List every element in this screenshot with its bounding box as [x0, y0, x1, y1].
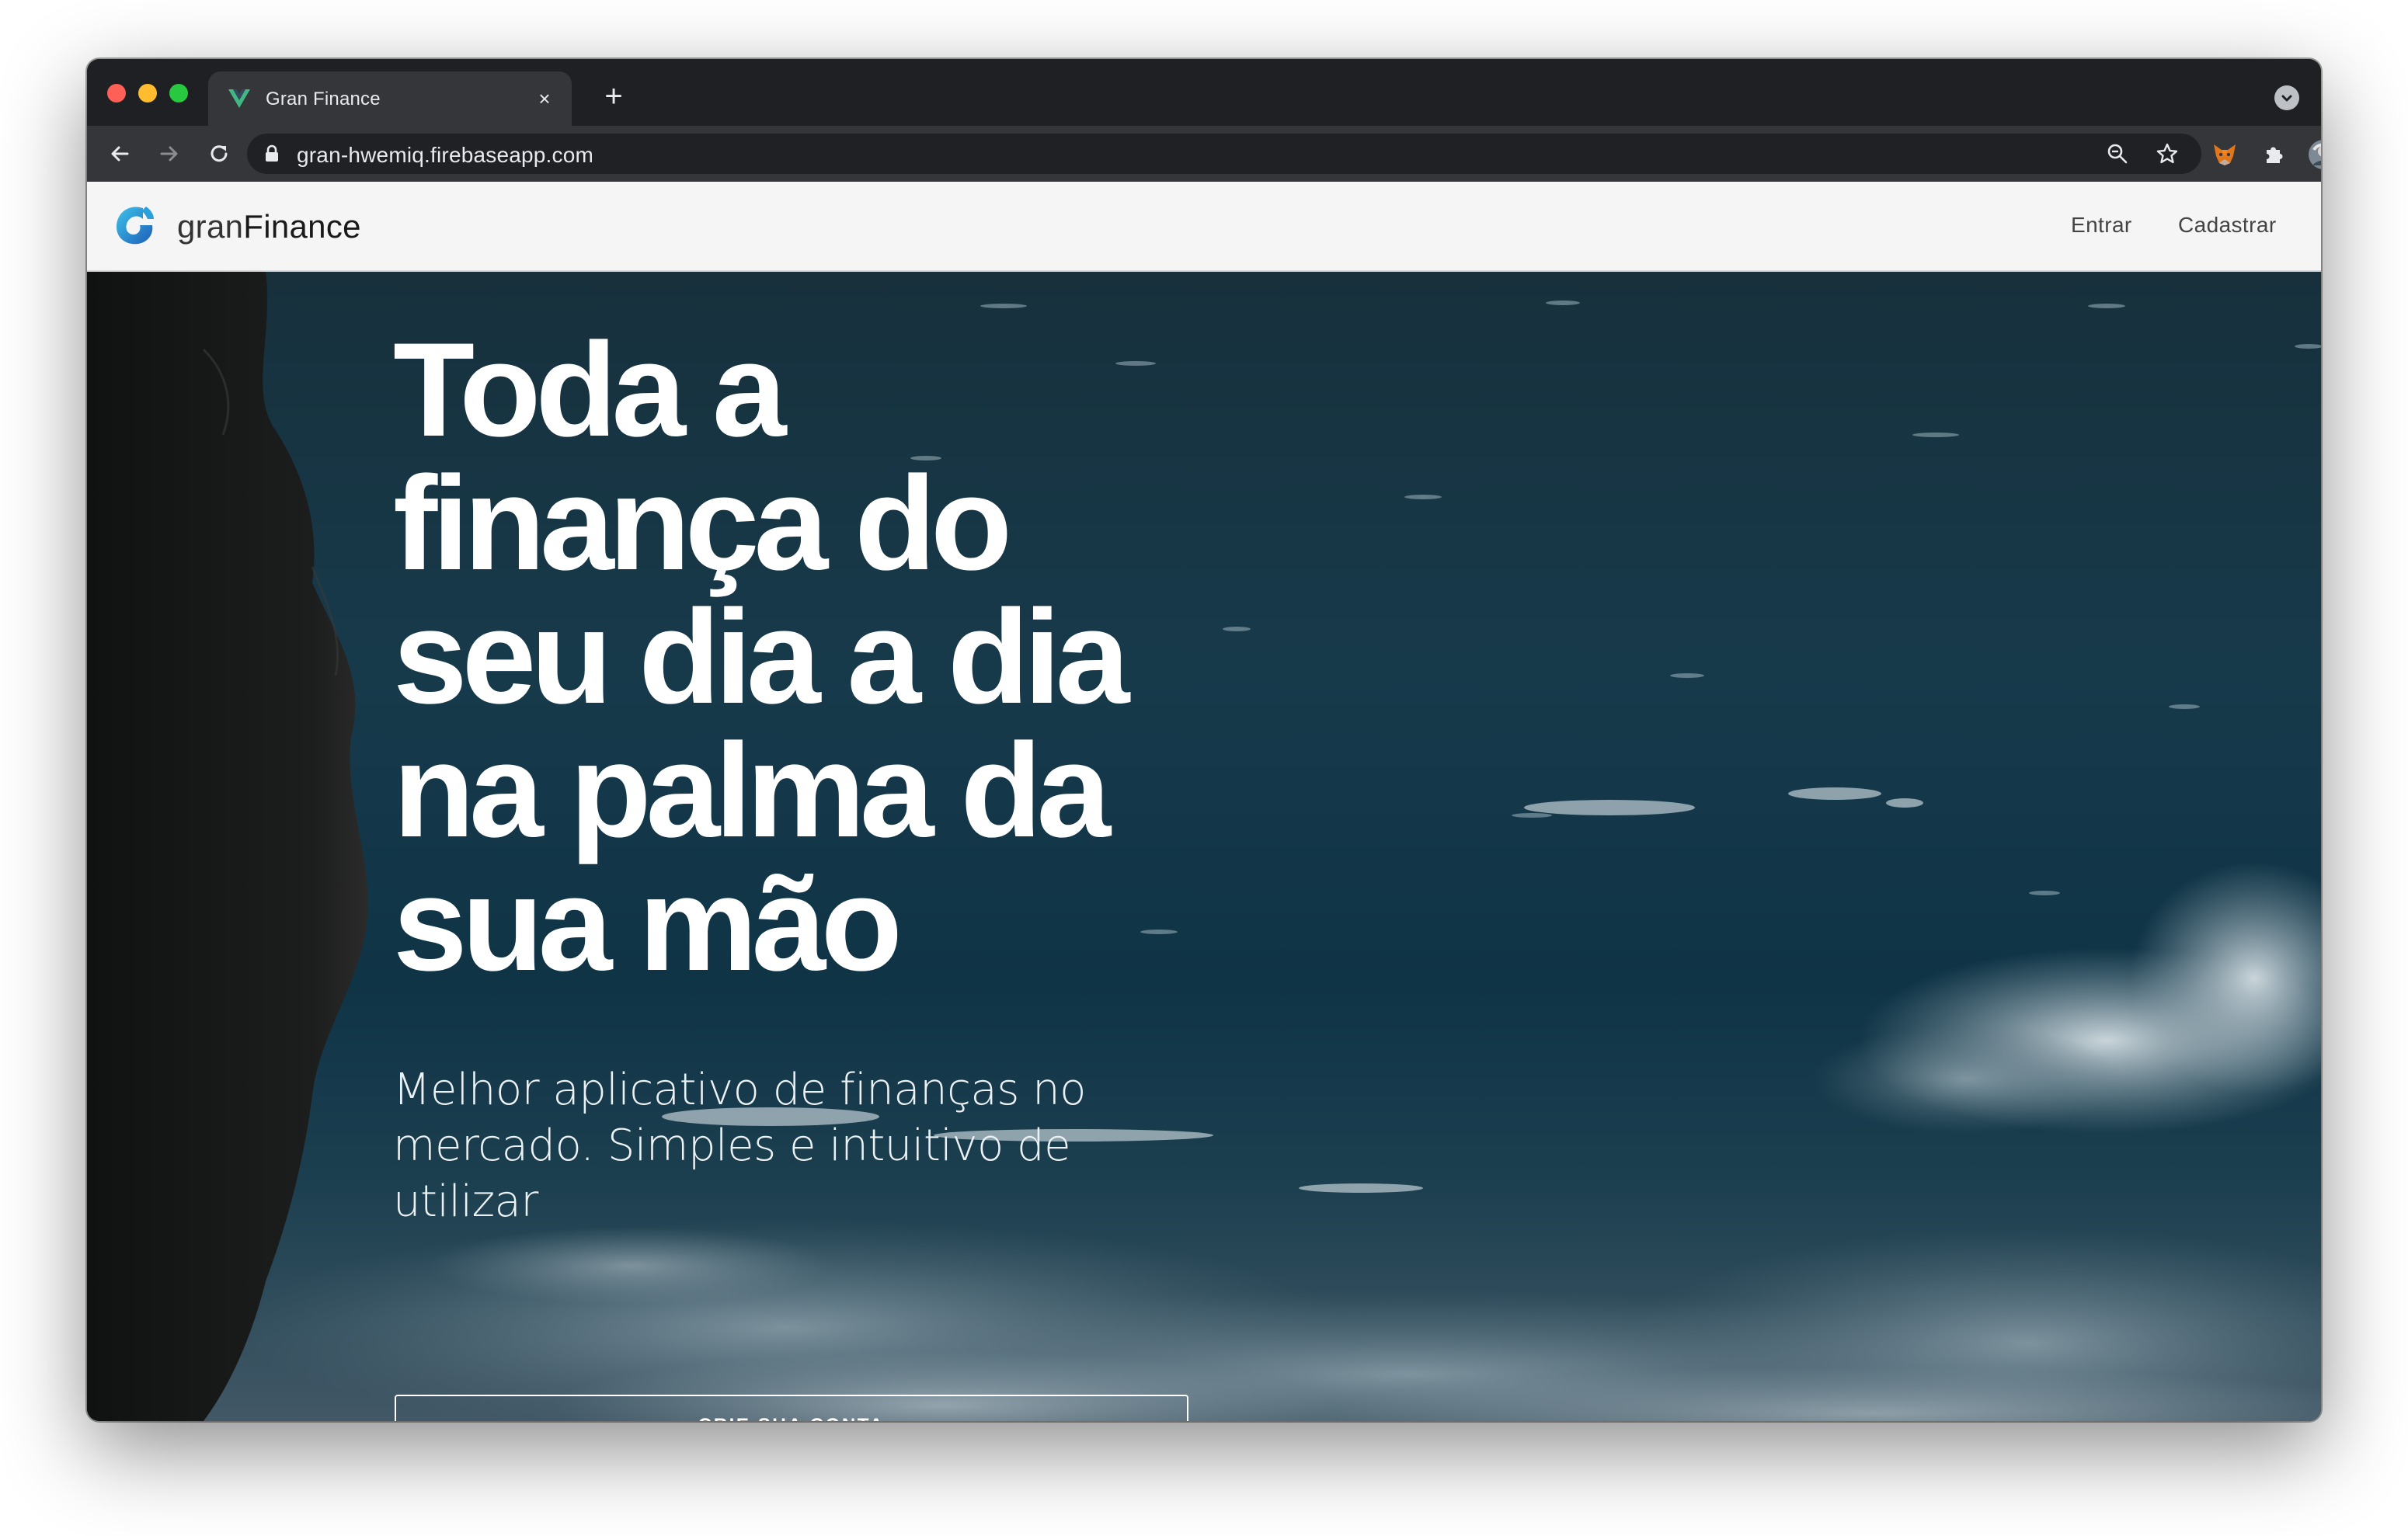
profile-button[interactable] — [2307, 138, 2321, 171]
browser-toolbar: gran-hwemiq.firebaseapp.com — [87, 126, 2321, 182]
address-bar[interactable]: gran-hwemiq.firebaseapp.com — [247, 134, 2201, 174]
avatar — [2309, 140, 2321, 169]
bookmark-button[interactable] — [2153, 140, 2181, 168]
tab-close-button[interactable]: × — [531, 85, 558, 112]
fox-extension-icon — [2214, 144, 2236, 165]
puzzle-icon — [2267, 147, 2283, 163]
maximize-window-button[interactable] — [169, 84, 188, 103]
reload-icon — [211, 145, 228, 162]
new-tab-button[interactable]: + — [597, 79, 631, 113]
zoom-button[interactable] — [2104, 140, 2131, 168]
star-icon — [2156, 143, 2178, 164]
hero-headline-line: sua mão — [393, 850, 903, 999]
nav-login-link[interactable]: Entrar — [2071, 213, 2132, 238]
close-window-button[interactable] — [107, 84, 126, 103]
hero-headline-line: seu dia a dia — [393, 582, 1129, 732]
chevron-down-icon — [2281, 95, 2292, 102]
create-account-button[interactable]: CRIE SUA CONTA — [395, 1395, 1188, 1421]
logo-text-gran: gran — [177, 208, 244, 245]
back-button[interactable] — [104, 138, 135, 169]
zoom-icon — [2107, 144, 2128, 164]
vue-logo-icon — [228, 89, 250, 108]
arrow-left-icon — [111, 146, 129, 162]
fox-extension-button[interactable] — [2209, 138, 2240, 169]
hero-headline-line: na palma da — [393, 716, 1111, 865]
hero-headline: Toda a finança do seu dia a dia na palma… — [393, 323, 1247, 991]
app-header: granFinance Entrar Cadastrar — [87, 182, 2321, 272]
nav-register-link[interactable]: Cadastrar — [2178, 213, 2277, 238]
hero-headline-line: finança do — [393, 449, 1012, 598]
web-page: granFinance Entrar Cadastrar Toda a fina… — [87, 182, 2321, 1421]
tab-gran-finance[interactable]: Gran Finance × — [208, 71, 572, 126]
tab-strip: Gran Finance × + — [87, 59, 2321, 126]
hero-headline-line: Toda a — [393, 315, 787, 464]
extensions-button[interactable] — [2259, 138, 2290, 169]
arrow-right-icon — [160, 146, 178, 162]
hero-section: Toda a finança do seu dia a dia na palma… — [87, 272, 2321, 1421]
browser-window: Gran Finance × + gran-hwemiq.firebaseapp… — [87, 59, 2321, 1421]
reload-button[interactable] — [204, 138, 235, 169]
logo-text-finance: Finance — [243, 208, 361, 245]
granfinance-logo-icon[interactable] — [112, 202, 158, 248]
tab-search-button[interactable] — [2274, 85, 2299, 110]
url-text[interactable]: gran-hwemiq.firebaseapp.com — [297, 143, 593, 168]
minimize-window-button[interactable] — [138, 84, 157, 103]
lock-icon — [266, 144, 278, 162]
forward-button[interactable] — [154, 138, 185, 169]
tab-title: Gran Finance — [266, 89, 381, 109]
hero-subtitle: Melhor aplicativo de finanças no mercado… — [393, 1065, 1086, 1227]
app-logo-text[interactable]: granFinance — [177, 208, 361, 245]
